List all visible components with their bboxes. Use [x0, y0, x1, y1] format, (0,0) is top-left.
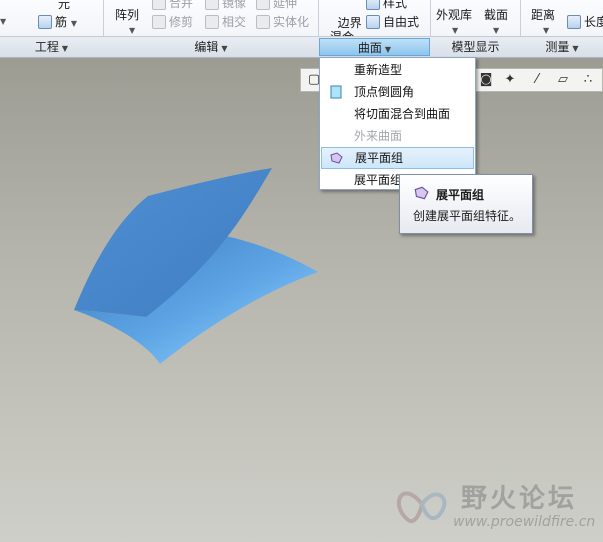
- section-label: 截面: [484, 8, 509, 22]
- camera-icon[interactable]: ◙: [478, 72, 494, 88]
- flatten-quilt-icon: [414, 186, 429, 200]
- merge-label: 合并: [169, 0, 194, 10]
- mirror-label: 镜像: [222, 0, 247, 10]
- freestyle-label: 自由式: [383, 15, 420, 29]
- menu-item-foreign-surface[interactable]: 外来曲面: [321, 125, 474, 147]
- rib-button[interactable]: 筋 ▼: [38, 13, 77, 30]
- datum-plane-icon[interactable]: ▱: [555, 72, 571, 88]
- watermark-title: 野火论坛: [461, 484, 578, 514]
- chevron-down-icon: ▼: [452, 26, 459, 35]
- menu-item-label: 重新造型: [354, 63, 403, 77]
- style-button[interactable]: 样式: [366, 0, 407, 11]
- menu-item-label: 展平面组: [354, 173, 403, 187]
- length-label: 长度: [584, 15, 603, 29]
- group-surfaces[interactable]: 曲面 ▼: [319, 38, 430, 56]
- appearance-caret[interactable]: ▼: [452, 22, 458, 36]
- flatten-quilt-icon: [330, 152, 343, 164]
- array-caret[interactable]: ▼: [129, 22, 135, 36]
- section-button[interactable]: 截面: [484, 6, 508, 23]
- group-model-display-label: 模型显示: [451, 40, 500, 54]
- solidify-label: 实体化: [273, 15, 310, 29]
- datum-axis-icon[interactable]: ⁄: [529, 72, 545, 88]
- section-caret[interactable]: ▼: [493, 22, 499, 36]
- solidify-button[interactable]: 实体化: [256, 13, 309, 30]
- group-surfaces-label: 曲面: [357, 41, 382, 55]
- freestyle-button[interactable]: 自由式: [366, 13, 419, 30]
- length-icon: [567, 15, 581, 29]
- style-icon: [366, 0, 380, 10]
- chevron-down-icon: ▼: [221, 44, 228, 53]
- group-editing[interactable]: 编辑 ▼: [104, 38, 318, 56]
- solidify-icon: [256, 15, 270, 29]
- extend-icon: [256, 0, 270, 10]
- datum-point-icon[interactable]: ∴: [580, 72, 596, 88]
- appearance-gallery-label: 外观库: [436, 8, 473, 22]
- merge-button[interactable]: 合并: [152, 0, 193, 11]
- distance-caret[interactable]: ▼: [543, 22, 549, 36]
- menu-item-label: 外来曲面: [354, 129, 403, 143]
- surface-dropdown-menu: 重新造型 顶点倒圆角 将切面混合到曲面 外来曲面 展平面组 展平面组: [319, 57, 476, 190]
- watermark-logo-icon: [396, 491, 447, 524]
- menu-item-restyle[interactable]: 重新造型: [321, 59, 474, 81]
- chevron-down-icon: ▼: [129, 26, 136, 35]
- group-measure-label: 测量: [545, 40, 570, 54]
- chevron-down-icon: ▼: [572, 44, 579, 53]
- array-button[interactable]: 阵列: [115, 6, 139, 23]
- freestyle-icon: [366, 15, 380, 29]
- trim-button[interactable]: 修剪: [152, 13, 193, 30]
- tooltip-description: 创建展平面组特征。: [413, 209, 522, 223]
- ribbon-item-top[interactable]: 元: [0, 0, 70, 12]
- merge-icon: [152, 0, 166, 10]
- chevron-down-icon: ▼: [0, 17, 7, 26]
- intersect-icon: [205, 15, 219, 29]
- menu-item-label: 展平面组: [355, 151, 404, 165]
- spin-center-icon[interactable]: ✦: [502, 72, 518, 88]
- rib-icon: [38, 15, 52, 29]
- chevron-down-icon: ▼: [70, 19, 77, 28]
- tooltip: 展平面组 创建展平面组特征。: [399, 174, 533, 234]
- trim-label: 修剪: [169, 15, 194, 29]
- watermark-url: www.proewildfire.cn: [453, 514, 596, 530]
- group-engineering[interactable]: 工程 ▼: [0, 38, 103, 56]
- tooltip-title: 展平面组: [436, 188, 485, 202]
- intersect-label: 相交: [222, 15, 247, 29]
- menu-item-label: 顶点倒圆角: [354, 85, 415, 99]
- chevron-down-icon: ▼: [493, 26, 500, 35]
- vertex-round-icon: [330, 85, 342, 99]
- intersect-button[interactable]: 相交: [205, 13, 246, 30]
- rib-label: 筋: [55, 15, 68, 29]
- length-button[interactable]: 长度: [567, 13, 603, 30]
- menu-item-label: 将切面混合到曲面: [354, 107, 451, 121]
- menu-item-flatten-quilt[interactable]: 展平面组: [321, 147, 474, 169]
- group-editing-label: 编辑: [194, 40, 219, 54]
- group-measure[interactable]: 测量 ▼: [521, 38, 603, 56]
- chevron-down-icon: ▼: [384, 45, 392, 54]
- extend-label: 延伸: [273, 0, 298, 10]
- menu-item-tangent-blend[interactable]: 将切面混合到曲面: [321, 103, 474, 125]
- style-label: 样式: [383, 0, 408, 10]
- array-label: 阵列: [115, 8, 140, 22]
- trim-icon: [152, 15, 166, 29]
- surface-model[interactable]: [0, 58, 603, 542]
- distance-label: 距离: [531, 8, 556, 22]
- extend-button[interactable]: 延伸: [256, 0, 297, 11]
- chevron-down-icon: ▼: [61, 44, 69, 53]
- menu-item-vertex-round[interactable]: 顶点倒圆角: [321, 81, 474, 103]
- distance-button[interactable]: 距离: [531, 6, 555, 23]
- ribbon-dropdown-caret[interactable]: ▼: [0, 13, 6, 27]
- group-model-display[interactable]: 模型显示: [431, 38, 520, 56]
- mirror-icon: [205, 0, 219, 10]
- chevron-down-icon: ▼: [543, 26, 550, 35]
- rib-top-label: 元: [58, 0, 71, 11]
- mirror-button[interactable]: 镜像: [205, 0, 246, 11]
- graphics-viewport[interactable]: [0, 58, 603, 542]
- appearance-gallery-button[interactable]: 外观库: [436, 6, 472, 23]
- group-engineering-label: 工程: [34, 40, 59, 54]
